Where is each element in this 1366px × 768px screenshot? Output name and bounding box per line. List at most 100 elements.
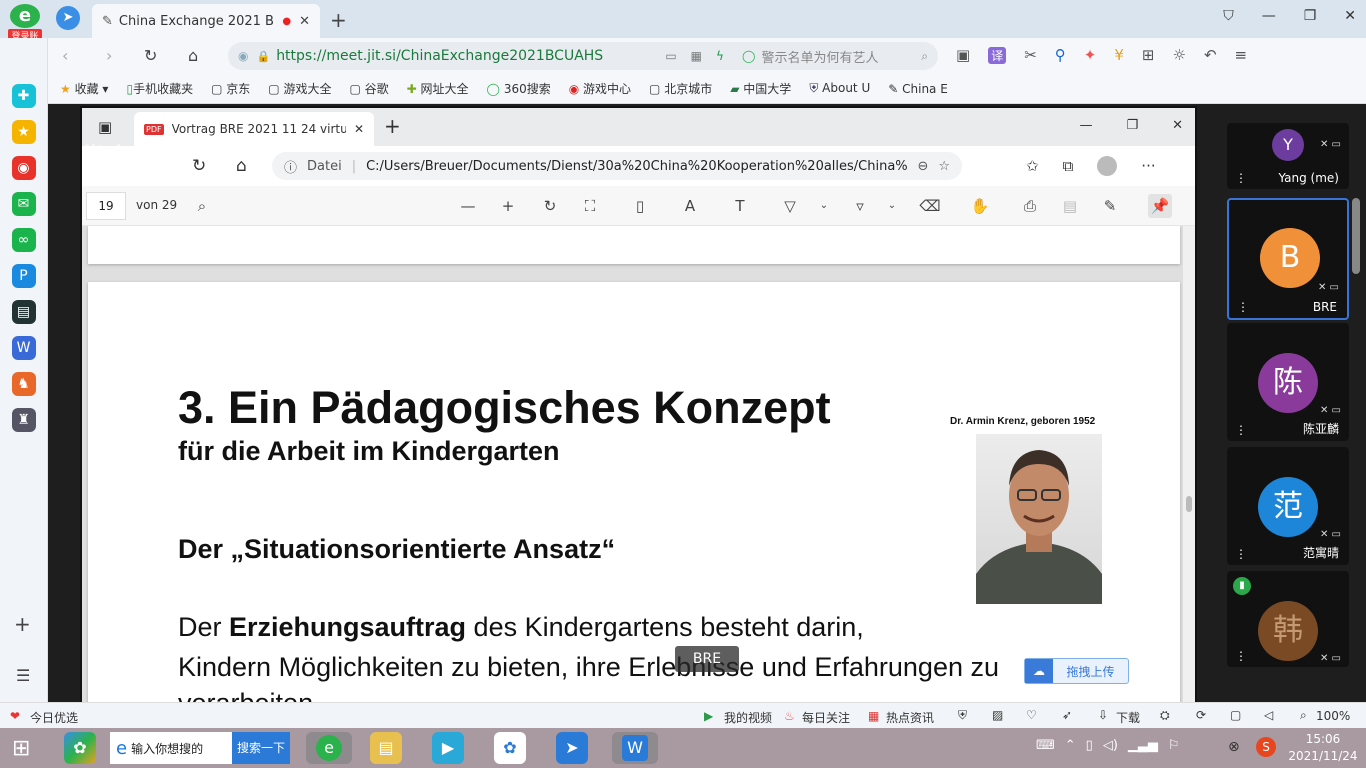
close-tab-icon[interactable]: ✕ <box>354 122 364 136</box>
brightness-icon[interactable]: ☼ <box>1172 46 1185 64</box>
favorite-add-icon[interactable]: ☆ <box>938 159 950 174</box>
translate-icon[interactable]: 译 <box>988 46 1007 64</box>
search-icon[interactable]: ⌕ <box>190 194 214 218</box>
sogou-icon[interactable]: S <box>1256 737 1276 757</box>
close-window-icon[interactable]: ✕ <box>1344 8 1356 24</box>
today-picks[interactable]: 今日优选 <box>30 709 78 726</box>
more-icon[interactable]: ··· <box>1141 157 1155 175</box>
add-icon[interactable]: + <box>14 612 31 636</box>
home-icon[interactable]: ⌂ <box>188 46 198 65</box>
more-options-icon[interactable]: ⋮ <box>1235 649 1247 663</box>
mail-icon[interactable]: ✉ <box>11 192 36 216</box>
save-as-icon[interactable]: ✎ <box>1098 194 1122 218</box>
home-icon[interactable]: ⌂ <box>236 156 247 176</box>
maximize-icon[interactable]: ❐ <box>1126 118 1138 133</box>
taskbar-search-button[interactable]: 搜索一下 <box>231 732 290 764</box>
pin-icon[interactable]: 📌 <box>1148 194 1172 218</box>
zoom-out-icon[interactable]: ⊖ <box>917 159 928 174</box>
close-circle-icon[interactable]: ⊗ <box>1228 739 1240 755</box>
favorites-icon[interactable]: ✩ <box>1026 157 1039 175</box>
read-aloud-icon[interactable]: A <box>678 194 702 218</box>
zoom-level[interactable]: 100% <box>1316 709 1350 723</box>
bookmark-item[interactable]: ◯ 360搜索 <box>487 80 551 97</box>
cloud-app-icon[interactable]: ✿ <box>494 732 526 764</box>
participant-tile[interactable]: 陈 ✕ ▭ ⋮ 陈亚麟 <box>1227 323 1349 441</box>
bookmark-item[interactable]: ✎ China E <box>888 82 948 96</box>
profile-avatar[interactable] <box>1097 156 1118 176</box>
chevron-down-icon[interactable]: ⌄ <box>812 194 836 218</box>
tab-actions-icon[interactable]: ▣ <box>98 118 112 136</box>
video-player-icon[interactable]: ▶ <box>432 732 464 764</box>
weibo-icon[interactable]: ◉ <box>11 156 36 180</box>
game-icon[interactable]: ✦ <box>1084 46 1097 64</box>
edge-tab-active[interactable]: PDF Vortrag BRE 2021 11 24 virtuelle ✕ <box>134 112 374 146</box>
signal-icon[interactable]: ▁▃▅ <box>1128 738 1158 753</box>
print-icon[interactable]: ⎙ <box>1018 194 1042 218</box>
image-icon[interactable]: ▨ <box>992 708 1003 722</box>
zoom-out-icon[interactable]: — <box>456 194 480 218</box>
cookie-icon[interactable]: ⛭ <box>1160 708 1170 723</box>
my-video-link[interactable]: 我的视频 <box>724 709 772 726</box>
qr-icon[interactable]: ▦ <box>691 49 702 63</box>
windows-start-icon[interactable]: ⊞ <box>12 736 30 761</box>
close-tab-icon[interactable]: ✕ <box>299 14 310 29</box>
health-icon[interactable]: ♡ <box>1026 708 1037 722</box>
link-icon[interactable]: ∞ <box>11 228 36 252</box>
tray-expand-icon[interactable]: ⌃ <box>1065 738 1076 753</box>
scissors-icon[interactable]: ✂ <box>1024 46 1037 64</box>
highlight-icon[interactable]: ▿ <box>848 194 872 218</box>
pdf-viewport[interactable]: 3. Ein Pädagogisches Konzept für die Arb… <box>82 226 1195 702</box>
bookmark-item[interactable]: ▰ 中国大学 <box>730 80 791 97</box>
file-explorer-icon[interactable]: ▤ <box>370 732 402 764</box>
outer-tab-active[interactable]: ✎ China Exchange 2021 BCU ● ✕ <box>92 4 320 38</box>
feishu-icon[interactable]: ➤ <box>556 732 588 764</box>
magnifier-icon[interactable]: ⚲ <box>1055 46 1066 64</box>
text-box-icon[interactable]: T <box>728 194 752 218</box>
upload-drop-zone[interactable]: ☁ 拖拽上传 <box>1024 658 1129 684</box>
zoom-in-icon[interactable]: + <box>496 194 520 218</box>
touch-icon[interactable]: ✋ <box>968 194 992 218</box>
eraser-icon[interactable]: ⌫ <box>918 194 942 218</box>
participant-tile[interactable]: ▮ 韩 ✕ ▭ ⋮ <box>1227 571 1349 667</box>
edge-url-field[interactable]: ⓘ Datei | C:/Users/Breuer/Documents/Dien… <box>272 152 962 180</box>
fit-page-icon[interactable]: ⛶ <box>578 194 602 218</box>
reader-icon[interactable]: ▣ <box>956 46 970 64</box>
bookmark-item[interactable]: ▯手机收藏夹 <box>126 80 193 97</box>
url-field[interactable]: ◉ 🔒 https://meet.jit.si/ChinaExchange202… <box>228 42 758 70</box>
game1-icon[interactable]: ♞ <box>11 372 36 396</box>
more-options-icon[interactable]: ⋮ <box>1235 171 1247 185</box>
minimize-icon[interactable]: — <box>1262 8 1276 24</box>
list-icon[interactable]: ☰ <box>16 666 30 685</box>
save-icon[interactable]: ▤ <box>1058 194 1082 218</box>
reload-icon[interactable]: ↻ <box>144 46 157 65</box>
360-browser-taskbar-icon[interactable]: e <box>306 732 352 764</box>
daily-follow-link[interactable]: 每日关注 <box>802 709 850 726</box>
participant-tile[interactable]: 范 ✕ ▭ ⋮ 范寓晴 <box>1227 447 1349 565</box>
plus-app-icon[interactable]: ✚ <box>11 84 36 108</box>
p-app-icon[interactable]: P <box>11 264 36 288</box>
more-options-icon[interactable]: ⋮ <box>1235 547 1247 561</box>
new-tab-button[interactable]: + <box>330 8 347 32</box>
wps-taskbar-icon[interactable]: W <box>612 732 658 764</box>
bookmark-item[interactable]: ✚ 网址大全 <box>407 80 469 97</box>
bookmark-item[interactable]: ▢ 游戏大全 <box>268 80 331 97</box>
coin-icon[interactable]: ¥ <box>1114 46 1124 64</box>
no-network-icon[interactable]: ⚐ <box>1168 738 1180 753</box>
new-tab-button[interactable]: + <box>384 114 401 138</box>
hot-news-link[interactable]: 热点资讯 <box>886 709 934 726</box>
pinwheel-app-icon[interactable]: ✿ <box>64 732 96 764</box>
forward-icon[interactable]: › <box>106 46 112 65</box>
more-options-icon[interactable]: ⋮ <box>1237 300 1249 314</box>
undo-icon[interactable]: ↶ <box>1204 46 1217 64</box>
search-icon[interactable]: ⌕ <box>921 49 928 64</box>
bookmark-item[interactable]: ▢ 谷歌 <box>349 80 388 97</box>
shield-icon[interactable]: ⛨ <box>958 708 967 723</box>
page-number-input[interactable]: 19 <box>86 192 126 220</box>
pdf-scrollbar[interactable] <box>1183 226 1195 702</box>
collections-icon[interactable]: ⧉ <box>1063 157 1074 175</box>
refresh-icon[interactable]: ⟳ <box>1196 708 1206 722</box>
participant-tile[interactable]: B ✕ ▭ ⋮ BRE <box>1227 198 1349 320</box>
lightning-icon[interactable]: ϟ <box>716 49 724 63</box>
bookmark-item[interactable]: ★ 收藏 ▾ <box>60 80 108 97</box>
filmstrip-scrollbar[interactable] <box>1352 198 1360 274</box>
